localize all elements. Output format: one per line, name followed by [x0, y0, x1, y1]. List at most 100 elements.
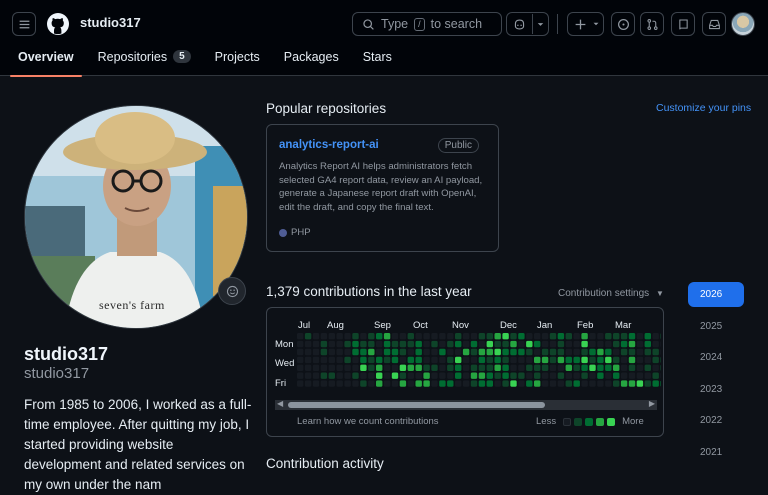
contribution-cell[interactable]	[368, 364, 375, 371]
contribution-cell[interactable]	[352, 333, 359, 340]
contribution-cell[interactable]	[297, 364, 304, 371]
contribution-cell[interactable]	[549, 372, 557, 379]
contribution-cell[interactable]	[518, 333, 525, 340]
contribution-cell[interactable]	[573, 340, 580, 348]
contribution-cell[interactable]	[297, 340, 304, 348]
contribution-cell[interactable]	[502, 348, 509, 356]
contribution-cell[interactable]	[581, 356, 588, 364]
contribution-cell[interactable]	[589, 340, 596, 348]
contribution-cell[interactable]	[383, 364, 391, 371]
contribution-cell[interactable]	[399, 356, 407, 364]
contribution-cell[interactable]	[565, 340, 572, 348]
contribution-cell[interactable]	[597, 372, 604, 379]
contribution-cell[interactable]	[376, 356, 383, 364]
contribution-cell[interactable]	[636, 333, 644, 340]
contribution-cell[interactable]	[455, 348, 462, 356]
contribution-cell[interactable]	[360, 364, 367, 371]
contribution-cell[interactable]	[660, 380, 661, 387]
contribution-cell[interactable]	[494, 356, 501, 364]
contribution-cell[interactable]	[462, 333, 470, 340]
contribution-cell[interactable]	[502, 356, 509, 364]
contribution-cell[interactable]	[597, 364, 604, 371]
contribution-cell[interactable]	[462, 380, 470, 387]
contribution-cell[interactable]	[597, 348, 604, 356]
contribution-cell[interactable]	[565, 380, 572, 387]
contribution-cell[interactable]	[613, 372, 620, 379]
contribution-cell[interactable]	[526, 380, 533, 387]
contribution-cell[interactable]	[328, 380, 335, 387]
graph-scrollbar[interactable]: ◀ ▶	[275, 399, 657, 410]
contribution-cell[interactable]	[304, 364, 312, 371]
contribution-cell[interactable]	[344, 333, 351, 340]
contribution-cell[interactable]	[518, 364, 525, 371]
contribution-cell[interactable]	[573, 333, 580, 340]
contribution-cell[interactable]	[344, 364, 351, 371]
contribution-cell[interactable]	[320, 380, 328, 387]
contribution-cell[interactable]	[510, 333, 517, 340]
contribution-cell[interactable]	[486, 356, 493, 364]
contribution-cell[interactable]	[360, 333, 367, 340]
contribution-cell[interactable]	[581, 340, 588, 348]
contribution-cell[interactable]	[328, 356, 335, 364]
contribution-cell[interactable]	[644, 356, 651, 364]
contribution-cell[interactable]	[462, 356, 470, 364]
create-new-button[interactable]	[567, 12, 604, 36]
contribution-cell[interactable]	[455, 380, 462, 387]
contribution-cell[interactable]	[589, 348, 596, 356]
contribution-cell[interactable]	[557, 340, 565, 348]
contribution-cell[interactable]	[486, 333, 493, 340]
contribution-cell[interactable]	[304, 380, 312, 387]
contribution-cell[interactable]	[352, 380, 359, 387]
contribution-cell[interactable]	[423, 356, 430, 364]
contribution-cell[interactable]	[557, 356, 565, 364]
contribution-cell[interactable]	[526, 348, 533, 356]
contribution-cell[interactable]	[447, 333, 454, 340]
contribution-cell[interactable]	[502, 340, 509, 348]
contribution-cell[interactable]	[628, 380, 636, 387]
contribution-cell[interactable]	[415, 340, 422, 348]
contribution-cell[interactable]	[518, 348, 525, 356]
menu-button[interactable]	[12, 12, 36, 36]
contribution-cell[interactable]	[502, 380, 509, 387]
contribution-cell[interactable]	[439, 340, 446, 348]
contribution-cell[interactable]	[376, 364, 383, 371]
contribution-cell[interactable]	[628, 340, 636, 348]
contribution-cell[interactable]	[368, 372, 375, 379]
contribution-cell[interactable]	[628, 348, 636, 356]
contribution-cell[interactable]	[565, 333, 572, 340]
contribution-cell[interactable]	[447, 340, 454, 348]
year-link[interactable]: 2025	[688, 314, 744, 339]
contribution-cell[interactable]	[455, 356, 462, 364]
contribution-cell[interactable]	[431, 364, 438, 371]
contribution-cell[interactable]	[360, 340, 367, 348]
contribution-cell[interactable]	[447, 348, 454, 356]
contribution-cell[interactable]	[344, 356, 351, 364]
contribution-cell[interactable]	[352, 364, 359, 371]
contribution-cell[interactable]	[510, 380, 517, 387]
contribution-cell[interactable]	[660, 349, 661, 355]
contribution-cell[interactable]	[455, 364, 462, 371]
contribution-cell[interactable]	[605, 380, 612, 387]
contribution-cell[interactable]	[620, 380, 628, 387]
contribution-cell[interactable]	[644, 340, 651, 348]
contribution-cell[interactable]	[589, 356, 596, 364]
contribution-cell[interactable]	[399, 380, 407, 387]
contribution-cell[interactable]	[652, 333, 659, 340]
contribution-cell[interactable]	[312, 348, 320, 356]
contribution-cell[interactable]	[304, 340, 312, 348]
contribution-cell[interactable]	[541, 380, 549, 387]
contribution-cell[interactable]	[526, 364, 533, 371]
contribution-cell[interactable]	[510, 364, 517, 371]
repo-name-link[interactable]: analytics-report-ai	[279, 139, 379, 151]
contribution-cell[interactable]	[534, 372, 541, 379]
contribution-cell[interactable]	[352, 372, 359, 379]
contribution-cell[interactable]	[415, 364, 422, 371]
contribution-cell[interactable]	[431, 380, 438, 387]
tab-packages[interactable]: Packages	[276, 46, 347, 76]
contribution-cell[interactable]	[605, 348, 612, 356]
contribution-cell[interactable]	[628, 364, 636, 371]
year-link[interactable]: 2024	[688, 345, 744, 370]
contribution-cell[interactable]	[462, 372, 470, 379]
contribution-cell[interactable]	[565, 356, 572, 364]
contribution-cell[interactable]	[470, 356, 478, 364]
